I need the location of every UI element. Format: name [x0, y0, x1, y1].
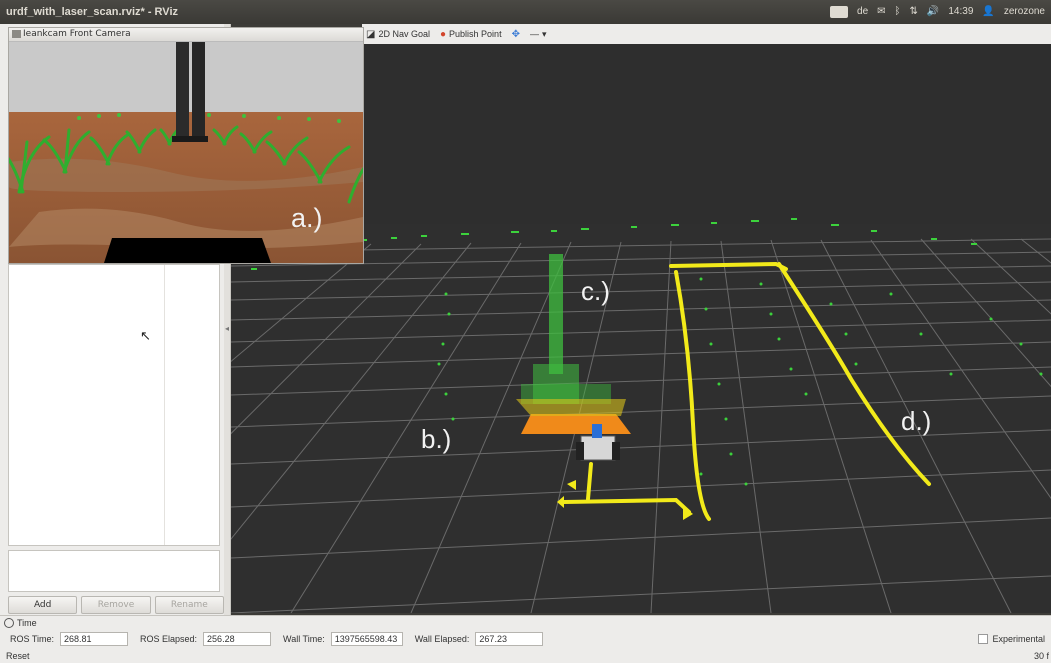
camera-panel-title: Ieankcam Front Camera — [9, 28, 363, 42]
remove-button[interactable]: Remove — [81, 596, 151, 614]
ros-elapsed-label: ROS Elapsed: — [140, 634, 198, 644]
camera-panel-icon — [12, 30, 21, 38]
rename-button[interactable]: Rename — [154, 596, 224, 614]
time-panel-header: Time — [4, 618, 37, 628]
bluetooth-icon[interactable]: ᛒ — [895, 0, 901, 24]
network-icon[interactable]: ⇅ — [910, 0, 918, 24]
language-indicator[interactable]: de — [857, 0, 868, 24]
move-icon: ✥ — [511, 28, 520, 40]
wall-elapsed-field[interactable]: 267.23 — [475, 632, 544, 646]
near-pointcloud — [521, 414, 631, 434]
tree-column-divider — [164, 265, 165, 545]
label-d: d.) — [901, 406, 932, 436]
publish-point-tool[interactable]: ● Publish Point — [440, 29, 502, 40]
reset-button[interactable]: Reset — [6, 651, 30, 661]
planned-path — [562, 261, 931, 521]
move-camera-tool[interactable]: ✥ — [512, 29, 520, 40]
displays-tree[interactable] — [8, 264, 220, 546]
wall-time-field[interactable]: 1397565598.43 — [330, 632, 403, 646]
nav-goal-label: 2D Nav Goal — [378, 29, 430, 39]
camera-panel-title-text: Ieankcam Front Camera — [23, 29, 131, 39]
chevron-down-icon: ▾ — [541, 28, 547, 39]
experimental-checkbox[interactable] — [978, 634, 989, 644]
laser-scan-points — [251, 218, 1043, 486]
mouse-pointer-icon: ↖ — [140, 329, 151, 344]
display-description-box — [8, 550, 220, 592]
camera-view-panel: Ieankcam Front Camera a.) — [8, 27, 364, 264]
volume-icon[interactable]: 🔊 — [927, 0, 939, 24]
displays-button-row: Add Remove Rename — [8, 596, 224, 614]
keyboard-layout-badge[interactable]: EN — [829, 6, 849, 18]
collapse-arrow-icon[interactable]: ◂ — [225, 324, 229, 333]
clock-text[interactable]: 14:39 — [948, 0, 973, 24]
window-title: urdf_with_laser_scan.rviz* - RViz — [6, 6, 178, 18]
nav-goal-icon: ◪ — [366, 28, 376, 40]
clock-icon — [4, 618, 14, 628]
add-button[interactable]: Add — [8, 596, 78, 614]
wall-elapsed-label: Wall Elapsed: — [414, 634, 470, 644]
system-tray: EN de ✉ ᛒ ⇅ 🔊 14:39 👤 zerozone — [829, 0, 1045, 24]
ros-time-field[interactable]: 268.81 — [60, 632, 129, 646]
nav-goal-tool[interactable]: ◪ 2D Nav Goal — [366, 29, 430, 40]
ros-elapsed-field[interactable]: 256.28 — [203, 632, 272, 646]
map-pin-icon: ● — [439, 28, 447, 40]
window-titlebar: urdf_with_laser_scan.rviz* - RViz EN de … — [0, 0, 1051, 24]
fps-label: 30 f — [1033, 651, 1049, 661]
time-panel-title: Time — [17, 618, 37, 628]
tool-menu-button[interactable]: — ▾ — [530, 29, 547, 40]
user-name[interactable]: zerozone — [1004, 0, 1045, 24]
mail-icon[interactable]: ✉ — [877, 0, 885, 24]
wall-time-label: Wall Time: — [283, 634, 325, 644]
label-b: b.) — [421, 424, 452, 454]
time-panel: Time ROS Time: 268.81 ROS Elapsed: 256.2… — [0, 615, 1051, 663]
publish-point-label: Publish Point — [449, 29, 502, 39]
experimental-toggle[interactable]: Experimental — [978, 634, 1045, 644]
user-icon[interactable]: 👤 — [982, 0, 994, 24]
label-c: c.) — [581, 276, 610, 306]
label-a: a.) — [291, 203, 323, 233]
time-fields-row: ROS Time: 268.81 ROS Elapsed: 256.28 Wal… — [10, 632, 544, 646]
more-tools-label: — — [529, 29, 539, 39]
tools-toolbar: ◪ 2D Nav Goal ● Publish Point ✥ — ▾ — [362, 24, 1051, 44]
experimental-label: Experimental — [992, 634, 1045, 644]
ros-time-label: ROS Time: — [10, 634, 55, 644]
